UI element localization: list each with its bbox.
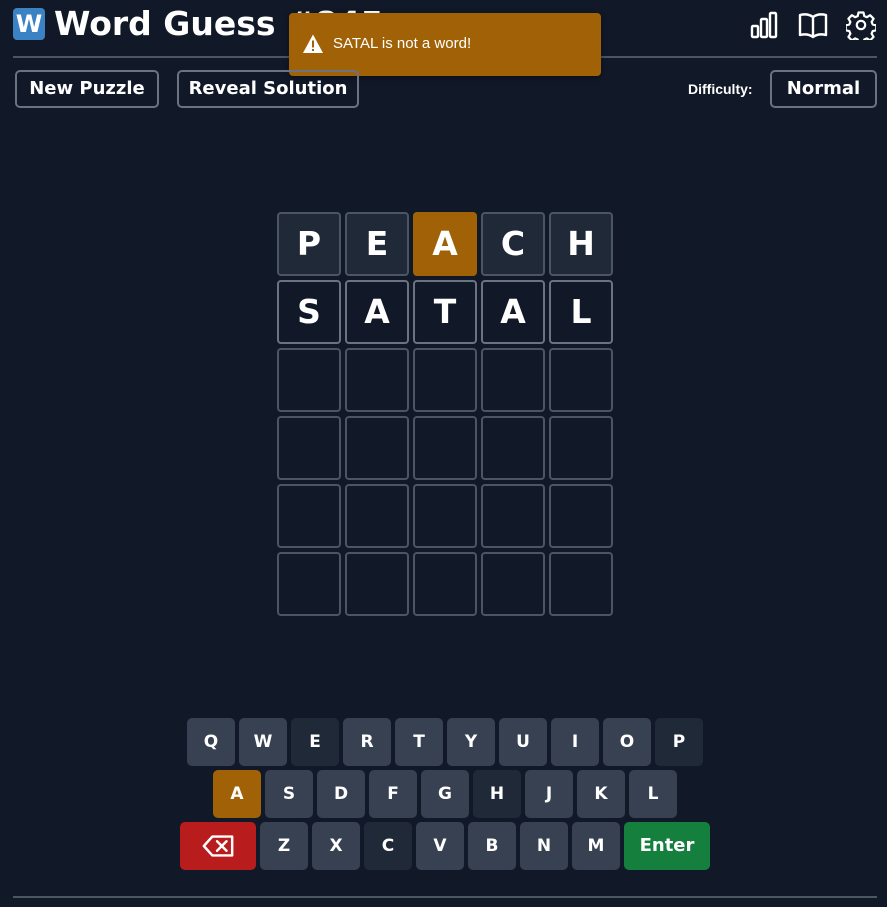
board-tile — [345, 484, 409, 548]
board-tile — [481, 552, 545, 616]
key-m[interactable]: M — [572, 822, 620, 870]
key-s[interactable]: S — [265, 770, 313, 818]
key-u[interactable]: U — [499, 718, 547, 766]
key-r[interactable]: R — [343, 718, 391, 766]
key-y[interactable]: Y — [447, 718, 495, 766]
key-z[interactable]: Z — [260, 822, 308, 870]
board-tile: C — [481, 212, 545, 276]
board-tile: E — [345, 212, 409, 276]
toast-message: SATAL is not a word! — [333, 35, 472, 52]
board-tile — [277, 416, 341, 480]
board-tile — [413, 416, 477, 480]
board-tile: S — [277, 280, 341, 344]
board-tile — [481, 416, 545, 480]
key-a[interactable]: A — [213, 770, 261, 818]
warning-icon — [302, 33, 324, 55]
book-icon[interactable] — [798, 10, 828, 40]
board-tile — [277, 552, 341, 616]
board-tile — [549, 416, 613, 480]
backspace-key[interactable] — [180, 822, 256, 870]
board-tile — [549, 484, 613, 548]
board-tile — [413, 552, 477, 616]
board-tile — [345, 552, 409, 616]
key-b[interactable]: B — [468, 822, 516, 870]
key-q[interactable]: Q — [187, 718, 235, 766]
board-tile — [549, 552, 613, 616]
key-f[interactable]: F — [369, 770, 417, 818]
key-p[interactable]: P — [655, 718, 703, 766]
key-o[interactable]: O — [603, 718, 651, 766]
key-k[interactable]: K — [577, 770, 625, 818]
logo: W — [13, 8, 45, 40]
key-d[interactable]: D — [317, 770, 365, 818]
key-w[interactable]: W — [239, 718, 287, 766]
board-tile: P — [277, 212, 341, 276]
board-tile — [481, 348, 545, 412]
new-puzzle-button[interactable]: New Puzzle — [15, 70, 159, 108]
stats-icon[interactable] — [749, 10, 779, 40]
key-v[interactable]: V — [416, 822, 464, 870]
key-i[interactable]: I — [551, 718, 599, 766]
footer-divider — [13, 896, 877, 898]
key-g[interactable]: G — [421, 770, 469, 818]
key-h[interactable]: H — [473, 770, 521, 818]
key-x[interactable]: X — [312, 822, 360, 870]
difficulty-label: Difficulty: — [688, 81, 753, 97]
reveal-solution-button[interactable]: Reveal Solution — [177, 70, 359, 108]
key-j[interactable]: J — [525, 770, 573, 818]
settings-icon[interactable] — [844, 10, 878, 45]
board-tile — [345, 348, 409, 412]
board-tile — [413, 484, 477, 548]
board-tile — [277, 348, 341, 412]
difficulty-select[interactable]: Normal — [770, 70, 877, 108]
key-l[interactable]: L — [629, 770, 677, 818]
board-tile: A — [481, 280, 545, 344]
key-t[interactable]: T — [395, 718, 443, 766]
backspace-icon — [202, 835, 234, 857]
enter-key[interactable]: Enter — [624, 822, 710, 870]
board-tile: T — [413, 280, 477, 344]
key-c[interactable]: C — [364, 822, 412, 870]
board-tile: A — [413, 212, 477, 276]
board-tile — [277, 484, 341, 548]
board-tile — [481, 484, 545, 548]
error-toast: SATAL is not a word! — [289, 13, 601, 76]
board-tile — [345, 416, 409, 480]
board-tile: H — [549, 212, 613, 276]
key-n[interactable]: N — [520, 822, 568, 870]
board-tile: L — [549, 280, 613, 344]
board-tile: A — [345, 280, 409, 344]
board-tile — [413, 348, 477, 412]
board-tile — [549, 348, 613, 412]
key-e[interactable]: E — [291, 718, 339, 766]
